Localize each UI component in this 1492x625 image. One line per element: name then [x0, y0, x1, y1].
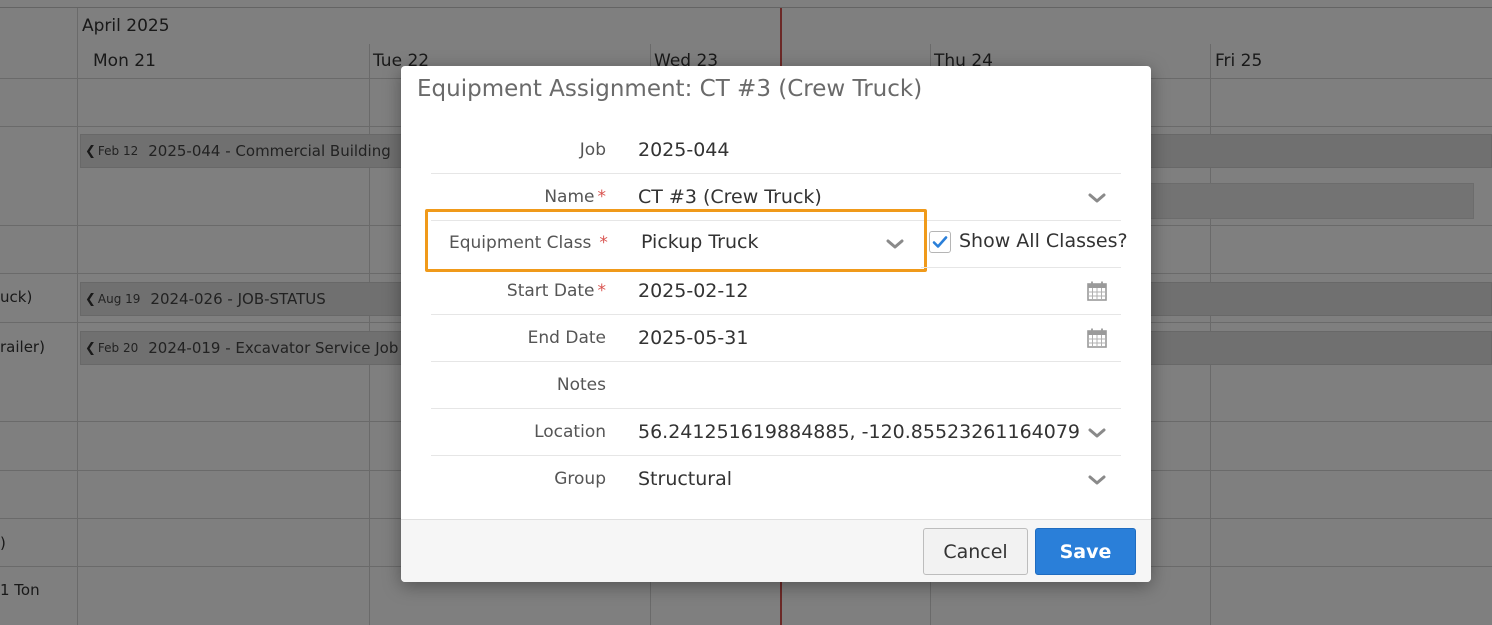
chevron-down-icon[interactable]	[1087, 470, 1107, 490]
equipment-assignment-dialog: Equipment Assignment: CT #3 (Crew Truck)…	[401, 66, 1151, 582]
field-row-group[interactable]: Group Structural	[431, 456, 1121, 503]
job-value: 2025-044	[638, 139, 730, 161]
equipment-class-select[interactable]: Pickup Truck	[641, 231, 758, 253]
name-select-value[interactable]: CT #3 (Crew Truck)	[638, 186, 822, 208]
required-marker: *	[597, 281, 607, 301]
chevron-down-icon[interactable]	[1087, 423, 1107, 443]
required-marker: *	[599, 233, 608, 253]
group-select-value[interactable]: Structural	[638, 468, 732, 490]
required-marker: *	[597, 187, 607, 207]
calendar-icon[interactable]	[1086, 327, 1108, 349]
location-label: Location	[534, 422, 606, 442]
end-date-input[interactable]: 2025-05-31	[638, 327, 748, 349]
start-date-label: Start Date *	[506, 281, 607, 301]
field-row-location[interactable]: Location 56.241251619884885, -120.855232…	[431, 409, 1121, 456]
group-label: Group	[554, 469, 606, 489]
field-row-start-date[interactable]: Start Date * 2025-02-12	[431, 268, 1121, 315]
notes-label: Notes	[556, 375, 606, 395]
save-button[interactable]: Save	[1035, 528, 1136, 575]
end-date-label: End Date	[527, 328, 606, 348]
field-row-end-date[interactable]: End Date 2025-05-31	[431, 315, 1121, 362]
row-divider	[921, 221, 1121, 268]
field-row-job: Job 2025-044	[431, 127, 1121, 174]
chevron-down-icon[interactable]	[1087, 188, 1107, 208]
chevron-down-icon[interactable]	[885, 234, 905, 254]
dialog-footer: Cancel Save	[401, 519, 1151, 582]
job-label: Job	[579, 140, 606, 160]
field-row-notes[interactable]: Notes	[431, 362, 1121, 409]
equipment-class-label: Equipment Class *	[449, 233, 608, 253]
cancel-button[interactable]: Cancel	[923, 528, 1028, 575]
name-label: Name *	[544, 187, 606, 207]
start-date-input[interactable]: 2025-02-12	[638, 280, 748, 302]
calendar-icon[interactable]	[1086, 280, 1108, 302]
dialog-title: Equipment Assignment: CT #3 (Crew Truck)	[417, 76, 923, 102]
location-select-value[interactable]: 56.241251619884885, -120.85523261164079	[638, 421, 1080, 443]
